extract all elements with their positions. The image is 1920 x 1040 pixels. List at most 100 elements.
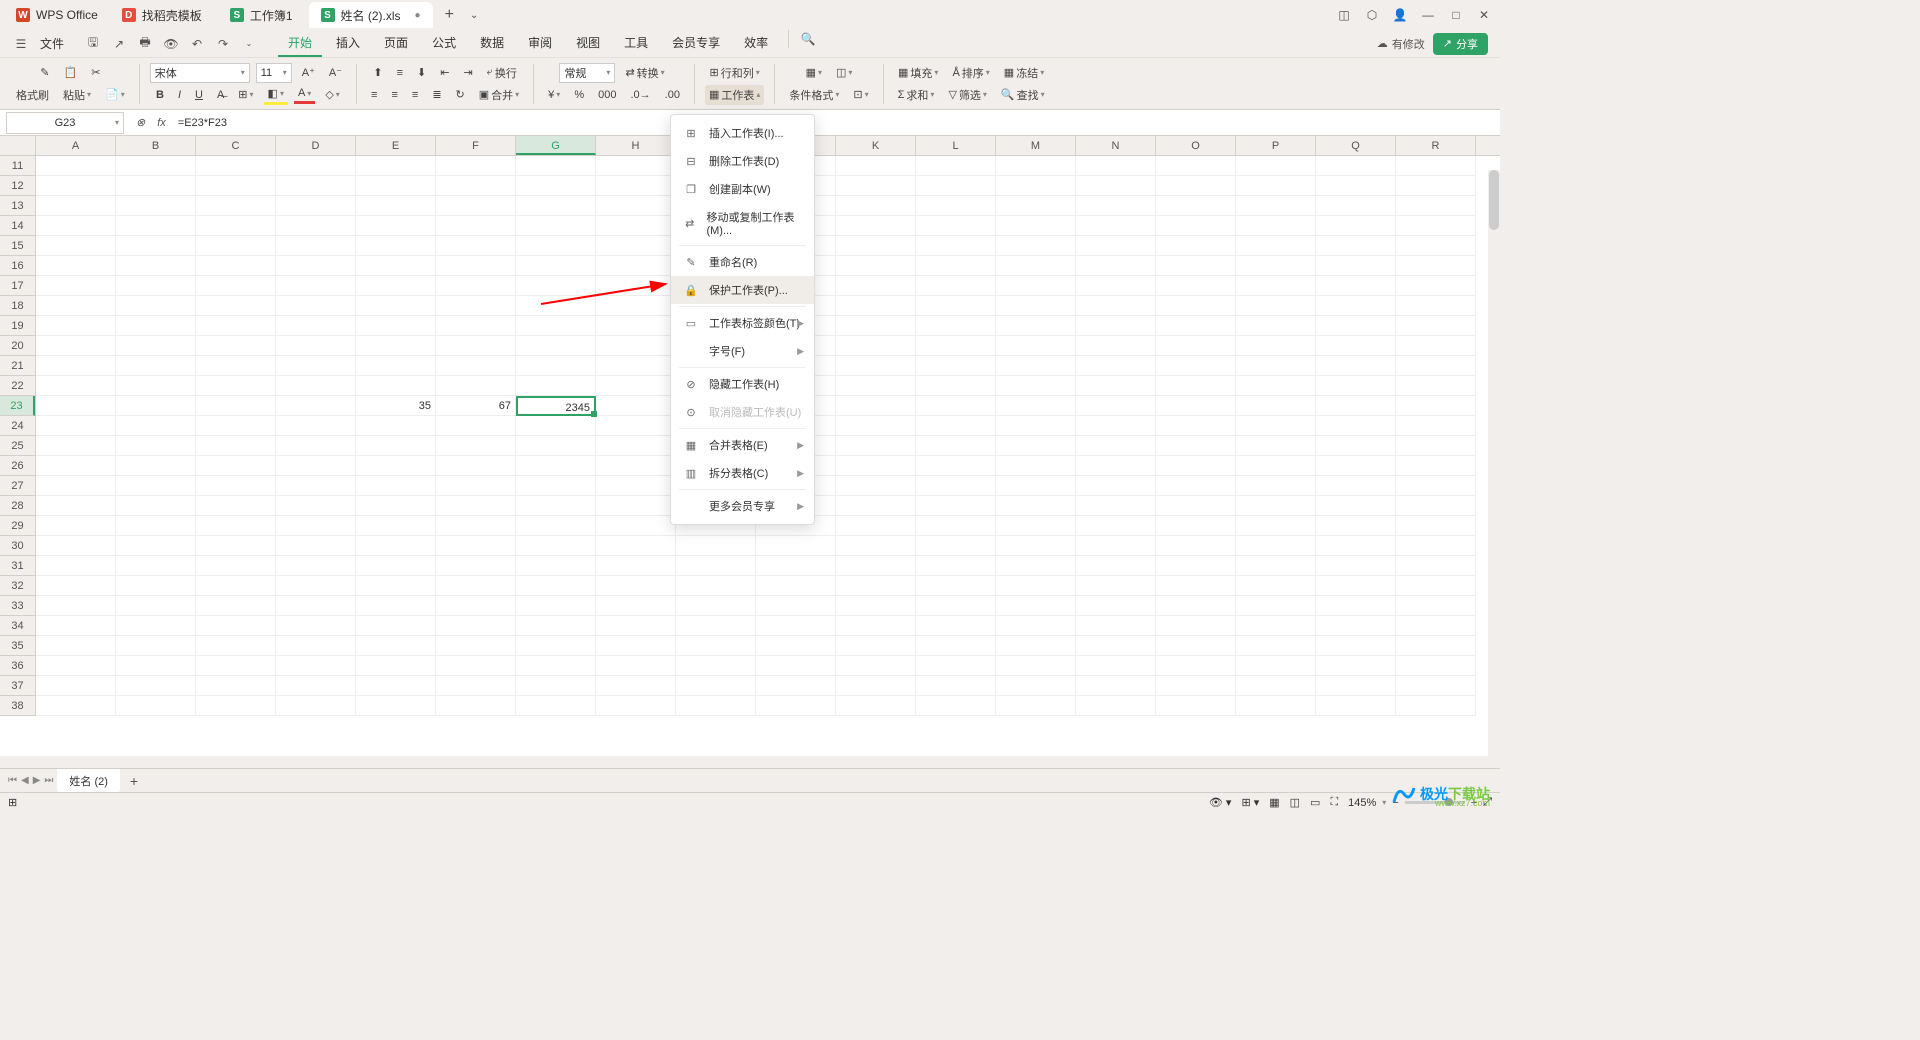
cell-M20[interactable] bbox=[996, 336, 1076, 356]
cell-R35[interactable] bbox=[1396, 636, 1476, 656]
cell-O29[interactable] bbox=[1156, 516, 1236, 536]
scroll-thumb[interactable] bbox=[1489, 170, 1499, 230]
cell-K19[interactable] bbox=[836, 316, 916, 336]
cell-O33[interactable] bbox=[1156, 596, 1236, 616]
cell-N24[interactable] bbox=[1076, 416, 1156, 436]
cell-P29[interactable] bbox=[1236, 516, 1316, 536]
cell-K35[interactable] bbox=[836, 636, 916, 656]
cell-B21[interactable] bbox=[116, 356, 196, 376]
cell-K16[interactable] bbox=[836, 256, 916, 276]
cell-F26[interactable] bbox=[436, 456, 516, 476]
cell-R23[interactable] bbox=[1396, 396, 1476, 416]
cell-E25[interactable] bbox=[356, 436, 436, 456]
cell-Q37[interactable] bbox=[1316, 676, 1396, 696]
cell-L18[interactable] bbox=[916, 296, 996, 316]
cell-A35[interactable] bbox=[36, 636, 116, 656]
size-select[interactable]: 11▾ bbox=[256, 63, 292, 83]
cell-P18[interactable] bbox=[1236, 296, 1316, 316]
cell-Q25[interactable] bbox=[1316, 436, 1396, 456]
cell-E21[interactable] bbox=[356, 356, 436, 376]
cell-A32[interactable] bbox=[36, 576, 116, 596]
cell-G34[interactable] bbox=[516, 616, 596, 636]
format-painter-button[interactable]: 格式刷 bbox=[12, 85, 53, 105]
cell-Q16[interactable] bbox=[1316, 256, 1396, 276]
cond-format-button[interactable]: 条件格式▾ bbox=[785, 85, 843, 105]
cell-D19[interactable] bbox=[276, 316, 356, 336]
cell-C11[interactable] bbox=[196, 156, 276, 176]
cell-G33[interactable] bbox=[516, 596, 596, 616]
cell-B33[interactable] bbox=[116, 596, 196, 616]
cell-H32[interactable] bbox=[596, 576, 676, 596]
cell-G11[interactable] bbox=[516, 156, 596, 176]
cell-K12[interactable] bbox=[836, 176, 916, 196]
cell-R16[interactable] bbox=[1396, 256, 1476, 276]
undo-icon[interactable]: ↶ bbox=[188, 35, 206, 53]
cell-G19[interactable] bbox=[516, 316, 596, 336]
tab-efficiency[interactable]: 效率 bbox=[734, 30, 778, 57]
add-tab-button[interactable]: + bbox=[437, 6, 462, 24]
active-doc-tab[interactable]: S 姓名 (2).xls ● bbox=[309, 2, 433, 28]
cell-R12[interactable] bbox=[1396, 176, 1476, 196]
cell-B37[interactable] bbox=[116, 676, 196, 696]
cell-F33[interactable] bbox=[436, 596, 516, 616]
cell-D23[interactable] bbox=[276, 396, 356, 416]
cell-M12[interactable] bbox=[996, 176, 1076, 196]
col-header-Q[interactable]: Q bbox=[1316, 136, 1396, 155]
cell-Q22[interactable] bbox=[1316, 376, 1396, 396]
cell-E11[interactable] bbox=[356, 156, 436, 176]
share-button[interactable]: ↗ 分享 bbox=[1433, 33, 1488, 55]
cell-A19[interactable] bbox=[36, 316, 116, 336]
cell-C24[interactable] bbox=[196, 416, 276, 436]
col-header-H[interactable]: H bbox=[596, 136, 676, 155]
cell-N22[interactable] bbox=[1076, 376, 1156, 396]
cell-P15[interactable] bbox=[1236, 236, 1316, 256]
cell-G31[interactable] bbox=[516, 556, 596, 576]
indent-dec-icon[interactable]: ⇤ bbox=[436, 64, 453, 81]
cell-M30[interactable] bbox=[996, 536, 1076, 556]
cell-N20[interactable] bbox=[1076, 336, 1156, 356]
cell-C27[interactable] bbox=[196, 476, 276, 496]
cell-C37[interactable] bbox=[196, 676, 276, 696]
cell-K22[interactable] bbox=[836, 376, 916, 396]
cell-D16[interactable] bbox=[276, 256, 356, 276]
cell-Q32[interactable] bbox=[1316, 576, 1396, 596]
cell-R15[interactable] bbox=[1396, 236, 1476, 256]
cell-E22[interactable] bbox=[356, 376, 436, 396]
col-header-B[interactable]: B bbox=[116, 136, 196, 155]
cell-A11[interactable] bbox=[36, 156, 116, 176]
cell-B16[interactable] bbox=[116, 256, 196, 276]
cell-O26[interactable] bbox=[1156, 456, 1236, 476]
cell-P33[interactable] bbox=[1236, 596, 1316, 616]
dd-item-10[interactable]: ▦合并表格(E)▶ bbox=[671, 431, 814, 459]
sheet-tab[interactable]: 姓名 (2) bbox=[57, 769, 120, 793]
preview-icon[interactable]: 👁 bbox=[162, 35, 180, 53]
cell-P14[interactable] bbox=[1236, 216, 1316, 236]
cell-D15[interactable] bbox=[276, 236, 356, 256]
convert-button[interactable]: ⇄转换▾ bbox=[621, 63, 668, 83]
clear-format-button[interactable]: ◇▾ bbox=[321, 86, 343, 103]
cell-R22[interactable] bbox=[1396, 376, 1476, 396]
find-button[interactable]: 🔍查找▾ bbox=[997, 85, 1049, 105]
tab-view[interactable]: 视图 bbox=[566, 30, 610, 57]
cell-Q26[interactable] bbox=[1316, 456, 1396, 476]
cell-C36[interactable] bbox=[196, 656, 276, 676]
cell-M35[interactable] bbox=[996, 636, 1076, 656]
row-header-38[interactable]: 38 bbox=[0, 696, 35, 716]
cell-C33[interactable] bbox=[196, 596, 276, 616]
cell-E24[interactable] bbox=[356, 416, 436, 436]
cell-D34[interactable] bbox=[276, 616, 356, 636]
cell-C19[interactable] bbox=[196, 316, 276, 336]
cell-Q13[interactable] bbox=[1316, 196, 1396, 216]
cell-P22[interactable] bbox=[1236, 376, 1316, 396]
cell-E38[interactable] bbox=[356, 696, 436, 716]
view-full-icon[interactable]: ⛶ bbox=[1330, 796, 1338, 809]
cell-A38[interactable] bbox=[36, 696, 116, 716]
zoom-value[interactable]: 145% bbox=[1348, 797, 1376, 809]
cell-B20[interactable] bbox=[116, 336, 196, 356]
cell-D17[interactable] bbox=[276, 276, 356, 296]
cell-I31[interactable] bbox=[676, 556, 756, 576]
cut-icon[interactable]: ✂ bbox=[87, 64, 104, 81]
cell-I37[interactable] bbox=[676, 676, 756, 696]
filter-button[interactable]: ▽筛选▾ bbox=[944, 85, 990, 105]
cell-J33[interactable] bbox=[756, 596, 836, 616]
